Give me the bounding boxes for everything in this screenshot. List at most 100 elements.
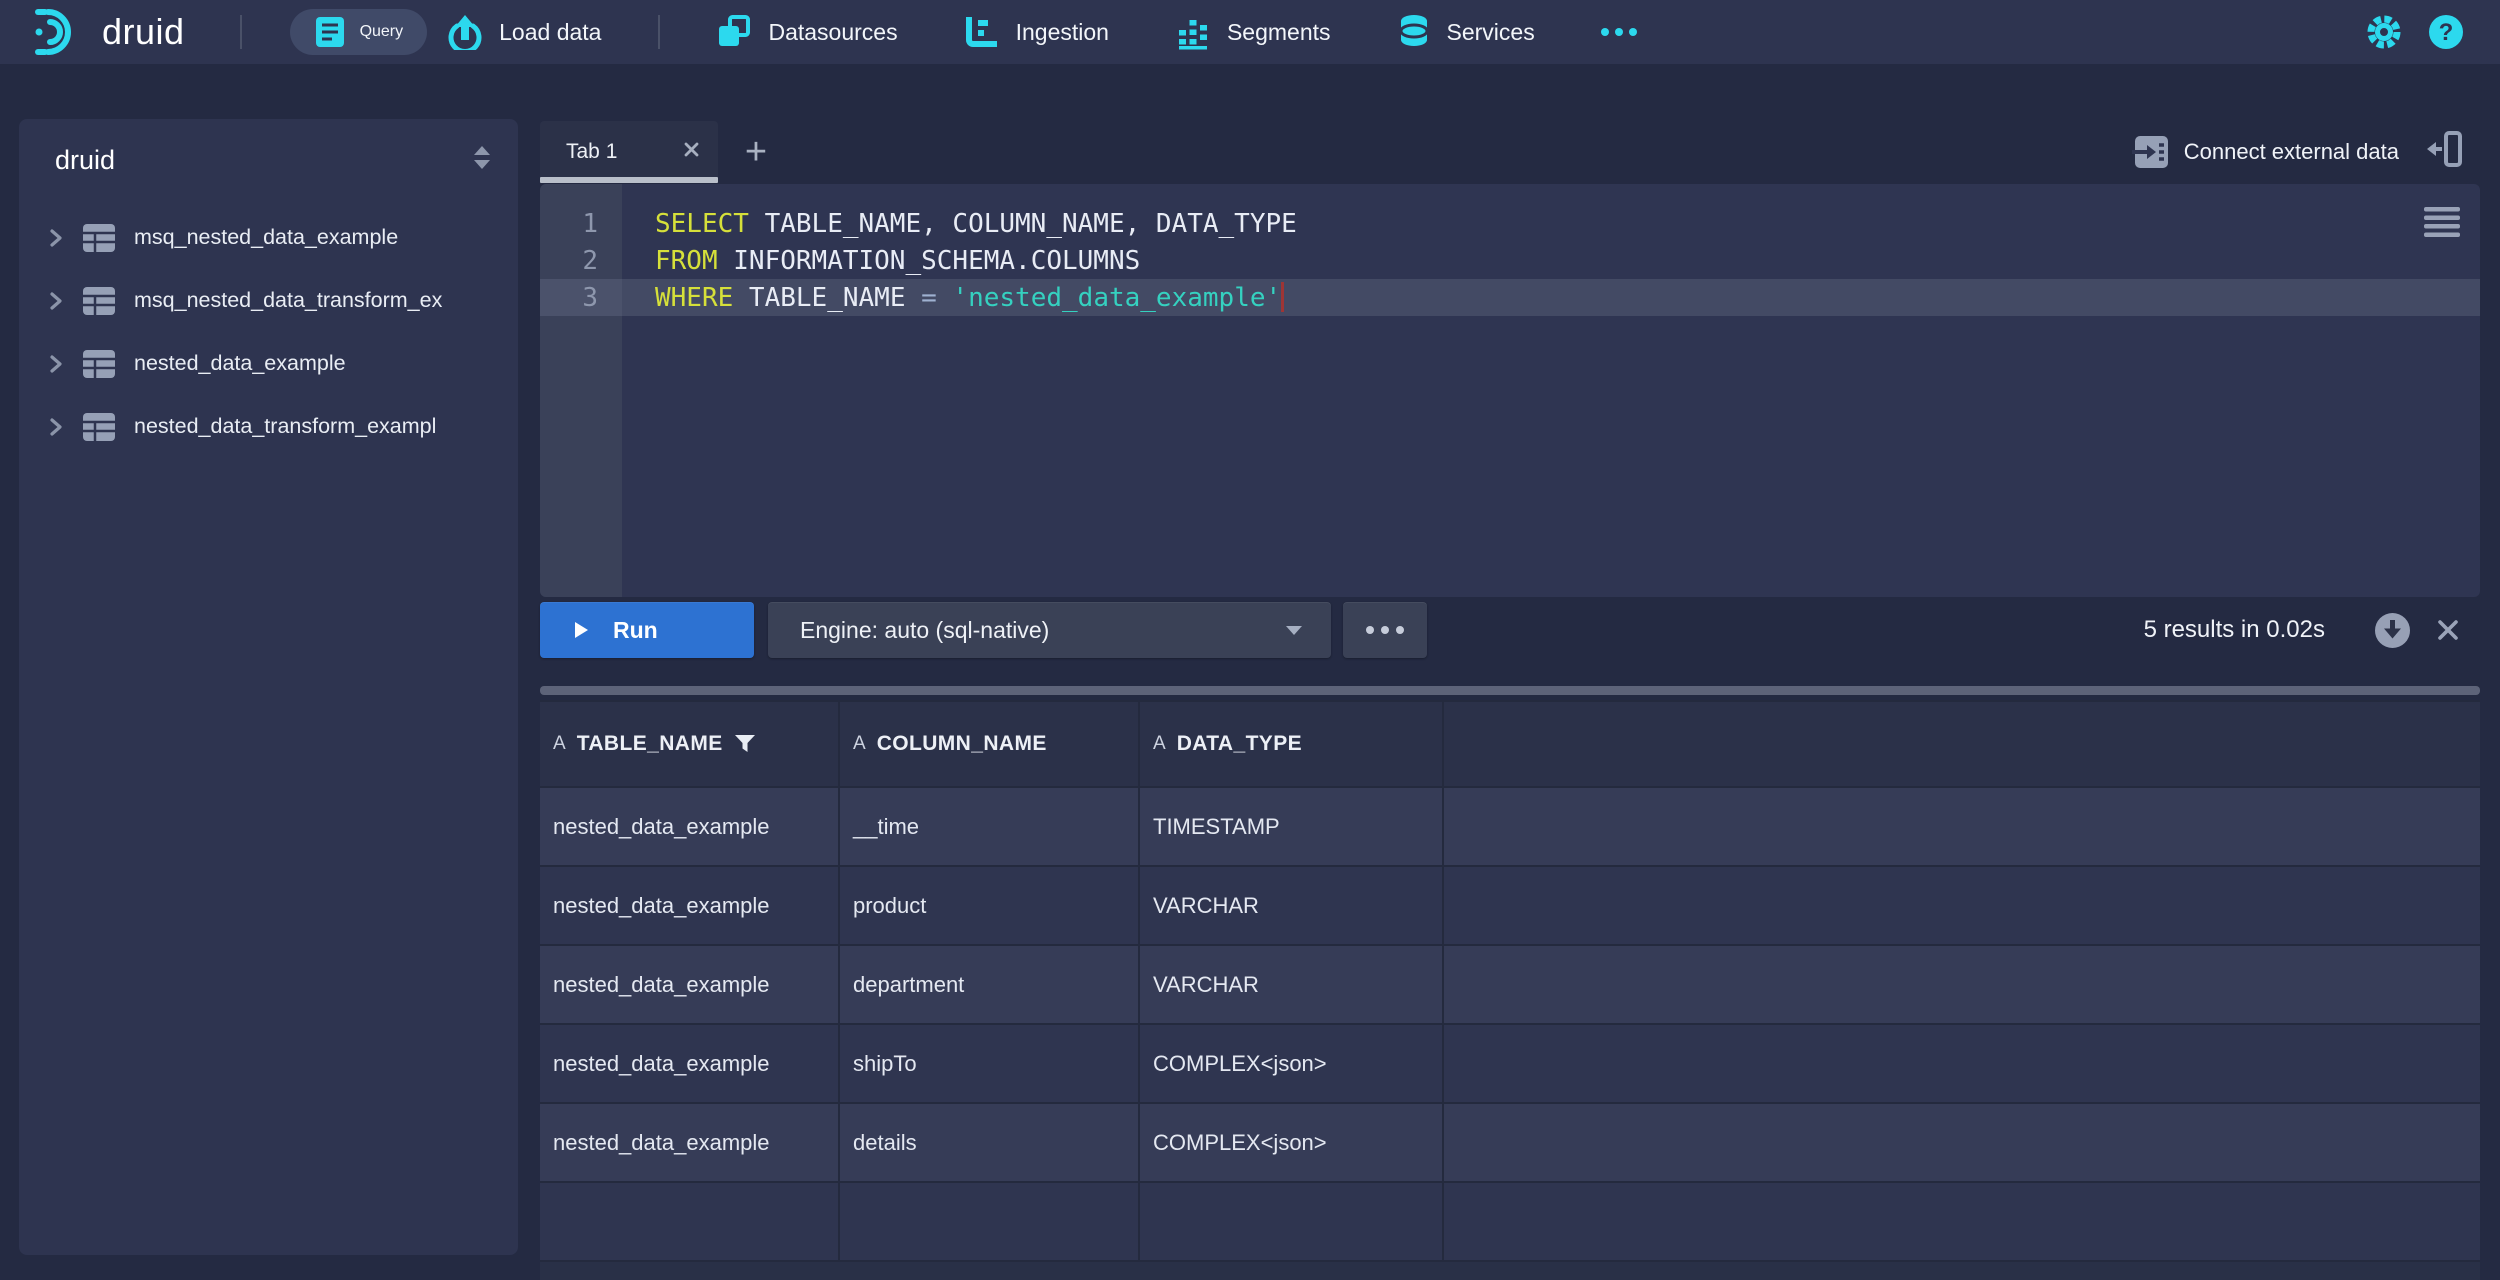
tree-item-table[interactable]: msq_nested_data_transform_ex: [19, 269, 518, 332]
close-results-icon[interactable]: [2436, 618, 2460, 647]
download-results-icon[interactable]: [2374, 612, 2411, 654]
gear-icon[interactable]: [2364, 12, 2404, 52]
tab-close-icon[interactable]: [683, 141, 700, 163]
query-more-button[interactable]: [1343, 602, 1427, 658]
sql-text: TABLE_NAME, COLUMN_NAME, DATA_TYPE: [749, 209, 1297, 239]
results-summary: 5 results in 0.02s: [2144, 602, 2325, 658]
chevron-right-icon[interactable]: [47, 227, 65, 249]
tree-item-table[interactable]: msq_nested_data_example: [19, 206, 518, 269]
column-header-data-type[interactable]: A DATA_TYPE: [1140, 702, 1444, 786]
table-icon: [82, 412, 116, 442]
sql-keyword: WHERE: [655, 283, 733, 313]
datasources-icon: [716, 14, 752, 50]
string-type-icon: A: [853, 733, 866, 755]
ingestion-icon: [964, 14, 1000, 50]
services-database-icon: [1397, 13, 1431, 51]
table-tree: msq_nested_data_example msq_nested_data_…: [19, 206, 518, 458]
nav-load-data-label: Load data: [499, 19, 601, 46]
help-icon[interactable]: ?: [2426, 12, 2466, 52]
table-cell[interactable]: details: [840, 1104, 1140, 1181]
column-header-column-name[interactable]: A COLUMN_NAME: [840, 702, 1140, 786]
navbar-divider: [658, 15, 660, 49]
header-filler: [1444, 702, 2480, 786]
navbar-divider: [240, 15, 242, 49]
sql-text: TABLE_NAME: [733, 283, 921, 313]
chevron-right-icon[interactable]: [47, 290, 65, 312]
table-cell[interactable]: COMPLEX<json>: [1140, 1104, 1444, 1181]
nav-query-label: Query: [360, 23, 404, 41]
run-bar: Run Engine: auto (sql-native) 5 results …: [540, 602, 2480, 658]
nav-ingestion-label: Ingestion: [1016, 19, 1109, 46]
column-header-table-name[interactable]: A TABLE_NAME: [540, 702, 840, 786]
nav-group: Datasources Ingestion Segments: [716, 13, 1636, 51]
connect-external-data-label: Connect external data: [2184, 139, 2399, 165]
run-button-label: Run: [613, 617, 658, 644]
table-row: nested_data_example details COMPLEX<json…: [540, 1104, 2480, 1183]
sql-text: INFORMATION_SCHEMA.COLUMNS: [718, 246, 1141, 276]
caret-down-icon: [1285, 625, 1303, 636]
double-caret-sort-icon[interactable]: [473, 146, 491, 175]
schema-selector[interactable]: druid: [19, 119, 518, 176]
table-row: nested_data_example __time TIMESTAMP: [540, 788, 2480, 867]
sql-editor[interactable]: 1 SELECT TABLE_NAME, COLUMN_NAME, DATA_T…: [540, 184, 2480, 597]
tab-1[interactable]: Tab 1: [540, 121, 718, 182]
string-type-icon: A: [1153, 733, 1166, 755]
code-line-2[interactable]: 2 FROM INFORMATION_SCHEMA.COLUMNS: [540, 242, 2480, 279]
active-tab-underline: [540, 177, 718, 183]
text-cursor: [1281, 282, 1284, 312]
sql-keyword: SELECT: [655, 209, 749, 239]
new-tab-button[interactable]: +: [735, 131, 777, 173]
code-line-1[interactable]: 1 SELECT TABLE_NAME, COLUMN_NAME, DATA_T…: [540, 205, 2480, 242]
chevron-right-icon[interactable]: [47, 353, 65, 375]
table-cell[interactable]: product: [840, 867, 1140, 944]
tree-item-table[interactable]: nested_data_example: [19, 332, 518, 395]
nav-services-label: Services: [1447, 19, 1535, 46]
druid-logo[interactable]: druid: [34, 6, 185, 58]
nav-more-icon[interactable]: [1601, 28, 1637, 36]
table-row: nested_data_example product VARCHAR: [540, 867, 2480, 946]
nav-load-data[interactable]: Load data: [447, 14, 601, 50]
table-cell[interactable]: nested_data_example: [540, 946, 840, 1023]
filter-funnel-icon[interactable]: [734, 734, 756, 754]
upload-icon: [447, 14, 483, 50]
nav-datasources[interactable]: Datasources: [716, 14, 897, 50]
table-name: msq_nested_data_example: [134, 225, 398, 250]
query-document-icon: [314, 15, 346, 49]
table-cell[interactable]: nested_data_example: [540, 867, 840, 944]
tree-item-table[interactable]: nested_data_transform_exampl: [19, 395, 518, 458]
chevron-right-icon[interactable]: [47, 416, 65, 438]
connect-external-data-button[interactable]: Connect external data: [2132, 121, 2465, 182]
open-panel-left-icon[interactable]: [2425, 130, 2465, 173]
table-cell[interactable]: TIMESTAMP: [1140, 788, 1444, 865]
splitter-handle[interactable]: [540, 686, 2480, 695]
nav-segments[interactable]: Segments: [1175, 14, 1331, 50]
horizontal-scrollbar-track[interactable]: [540, 1262, 2480, 1280]
run-button[interactable]: Run: [540, 602, 754, 658]
table-cell[interactable]: shipTo: [840, 1025, 1140, 1102]
editor-menu-icon[interactable]: [2424, 206, 2460, 243]
results-header-row: A TABLE_NAME A COLUMN_NAME A DATA_TYPE: [540, 700, 2480, 788]
code-line-3[interactable]: 3 WHERE TABLE_NAME = 'nested_data_exampl…: [540, 279, 2480, 316]
logo-text: druid: [102, 11, 185, 53]
navbar-right: ?: [2364, 12, 2466, 52]
table-icon: [82, 286, 116, 316]
table-cell[interactable]: COMPLEX<json>: [1140, 1025, 1444, 1102]
string-type-icon: A: [553, 733, 566, 755]
table-cell[interactable]: __time: [840, 788, 1140, 865]
table-icon: [82, 223, 116, 253]
nav-services[interactable]: Services: [1397, 13, 1535, 51]
engine-select-button[interactable]: Engine: auto (sql-native): [768, 602, 1331, 658]
svg-text:?: ?: [2439, 19, 2454, 46]
table-icon: [82, 349, 116, 379]
nav-ingestion[interactable]: Ingestion: [964, 14, 1109, 50]
nav-query[interactable]: Query: [290, 9, 428, 55]
table-cell[interactable]: department: [840, 946, 1140, 1023]
tab-label: Tab 1: [566, 140, 683, 164]
table-row-empty: [540, 1183, 2480, 1262]
table-cell[interactable]: VARCHAR: [1140, 946, 1444, 1023]
table-row: nested_data_example shipTo COMPLEX<json>: [540, 1025, 2480, 1104]
table-cell[interactable]: nested_data_example: [540, 1104, 840, 1181]
table-cell[interactable]: nested_data_example: [540, 1025, 840, 1102]
table-cell[interactable]: nested_data_example: [540, 788, 840, 865]
table-cell[interactable]: VARCHAR: [1140, 867, 1444, 944]
